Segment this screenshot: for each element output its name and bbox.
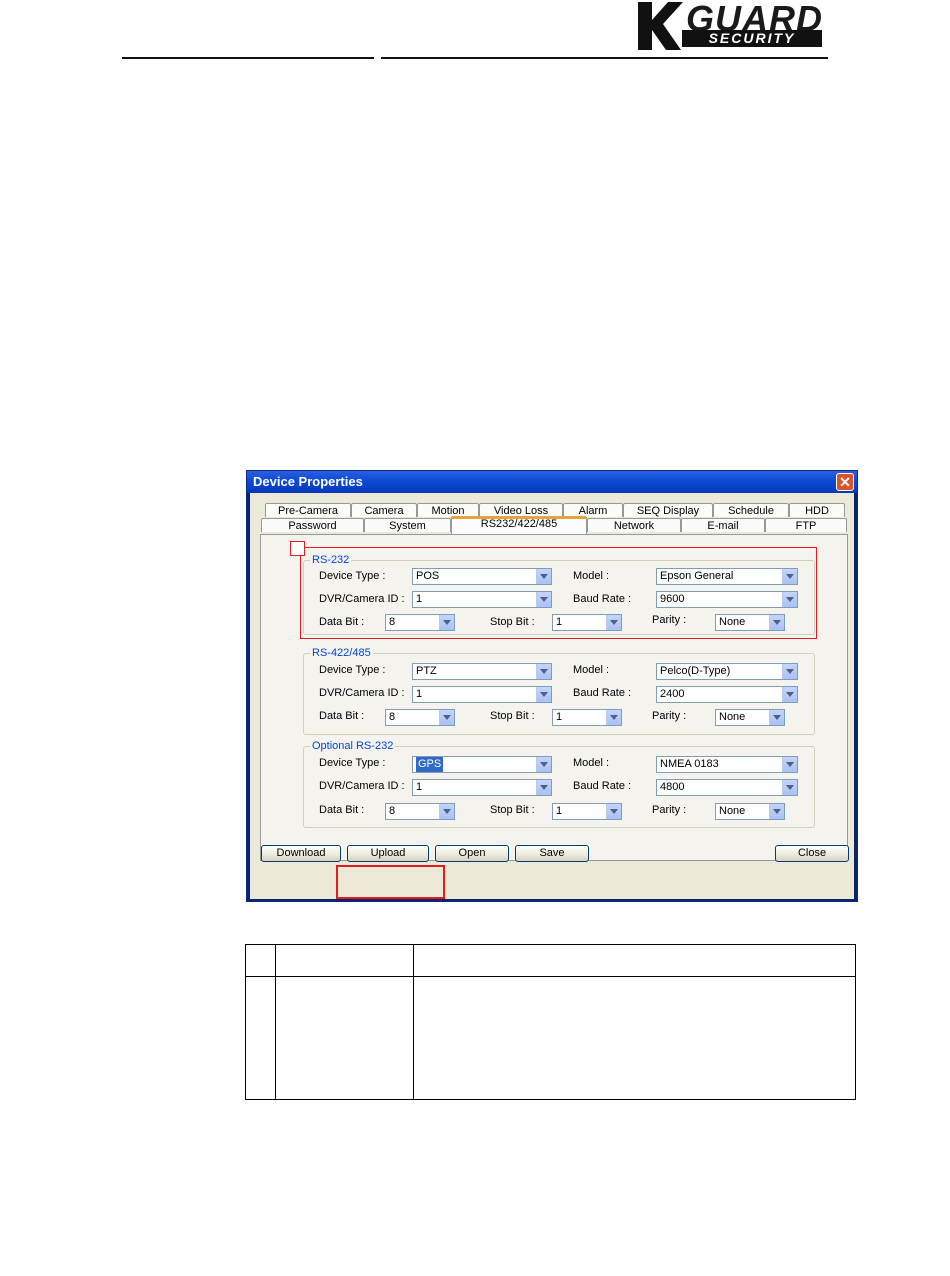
stop-bit-label: Stop Bit : <box>490 710 535 722</box>
download-button[interactable]: Download <box>261 845 341 862</box>
optional-rs232-group-title: Optional RS-232 <box>310 739 396 753</box>
parity-select[interactable]: None <box>715 803 785 820</box>
close-icon[interactable]: ✕ <box>836 473 854 491</box>
tab-camera[interactable]: Camera <box>351 503 417 517</box>
dialog-client-area: Pre-Camera Camera Motion Video Loss Alar… <box>250 493 854 899</box>
rs422-485-group-title: RS-422/485 <box>310 646 373 660</box>
camera-id-label: DVR/Camera ID : <box>319 687 405 699</box>
open-button[interactable]: Open <box>435 845 509 862</box>
device-type-select[interactable]: PTZ <box>412 663 552 680</box>
chevron-down-icon[interactable] <box>439 710 454 725</box>
camera-id-label: DVR/Camera ID : <box>319 780 405 792</box>
table-cell <box>245 976 276 1100</box>
data-bit-label: Data Bit : <box>319 710 365 722</box>
logo-security-text: SECURITY <box>682 30 822 47</box>
tab-network[interactable]: Network <box>587 518 681 532</box>
camera-id-select[interactable]: 1 <box>412 686 552 703</box>
close-button[interactable]: Close <box>775 845 849 862</box>
stop-bit-select[interactable]: 1 <box>552 709 622 726</box>
tab-password[interactable]: Password <box>261 518 364 532</box>
chevron-down-icon[interactable] <box>782 780 797 795</box>
table-cell <box>413 944 856 977</box>
title-bar[interactable]: Device Properties ✕ <box>247 471 857 493</box>
k-logo-glyph <box>638 2 683 50</box>
tab-video-loss[interactable]: Video Loss <box>479 503 563 517</box>
table-cell <box>275 976 414 1100</box>
table-row <box>245 976 856 1100</box>
table-cell <box>413 976 856 1100</box>
tab-motion[interactable]: Motion <box>417 503 479 517</box>
device-type-label: Device Type : <box>319 664 386 676</box>
upload-highlight-box <box>336 865 445 899</box>
stop-bit-select[interactable]: 1 <box>552 803 622 820</box>
parity-select[interactable]: None <box>715 709 785 726</box>
chevron-down-icon[interactable] <box>769 710 784 725</box>
tab-pre-camera[interactable]: Pre-Camera <box>265 503 351 517</box>
tab-schedule[interactable]: Schedule <box>713 503 789 517</box>
device-type-label: Device Type : <box>319 757 386 769</box>
table-cell <box>245 944 276 977</box>
data-bit-label: Data Bit : <box>319 804 365 816</box>
baud-rate-label: Baud Rate : <box>573 780 632 792</box>
chevron-down-icon[interactable] <box>769 804 784 819</box>
model-select[interactable]: NMEA 0183 <box>656 756 798 773</box>
description-table <box>245 944 856 1100</box>
chevron-down-icon[interactable] <box>439 804 454 819</box>
data-bit-select[interactable]: 8 <box>385 709 455 726</box>
chevron-down-icon[interactable] <box>536 757 551 772</box>
tab-email[interactable]: E-mail <box>681 518 765 532</box>
data-bit-select[interactable]: 8 <box>385 803 455 820</box>
rs232-settings-panel: RS-232 Device Type : POS Model : Epson G… <box>260 534 848 861</box>
save-button[interactable]: Save <box>515 845 589 862</box>
upload-button[interactable]: Upload <box>347 845 429 862</box>
chevron-down-icon[interactable] <box>536 687 551 702</box>
baud-rate-select[interactable]: 4800 <box>656 779 798 796</box>
tab-rs232-422-485[interactable]: RS232/422/485 <box>451 516 587 535</box>
window-title: Device Properties <box>253 474 363 489</box>
tab-hdd[interactable]: HDD <box>789 503 845 517</box>
chevron-down-icon[interactable] <box>782 757 797 772</box>
header-rule-left <box>122 57 374 59</box>
device-type-select[interactable]: GPS <box>412 756 552 773</box>
optional-rs232-group: Optional RS-232 Device Type : GPS Model … <box>303 739 815 828</box>
chevron-down-icon[interactable] <box>536 664 551 679</box>
baud-rate-label: Baud Rate : <box>573 687 632 699</box>
rs422-485-group: RS-422/485 Device Type : PTZ Model : Pel… <box>303 646 815 735</box>
model-select[interactable]: Pelco(D-Type) <box>656 663 798 680</box>
rs232-highlight-box <box>300 547 817 639</box>
tab-ftp[interactable]: FTP <box>765 518 847 532</box>
chevron-down-icon[interactable] <box>606 710 621 725</box>
tab-seq-display[interactable]: SEQ Display <box>623 503 713 517</box>
model-label: Model : <box>573 664 610 676</box>
chevron-down-icon[interactable] <box>536 780 551 795</box>
tab-alarm[interactable]: Alarm <box>563 503 623 517</box>
chevron-down-icon[interactable] <box>782 664 797 679</box>
baud-rate-select[interactable]: 2400 <box>656 686 798 703</box>
table-cell <box>275 944 414 977</box>
chevron-down-icon[interactable] <box>782 687 797 702</box>
kguard-logo: GUARD SECURITY <box>636 0 828 52</box>
chevron-down-icon[interactable] <box>606 804 621 819</box>
callout-marker <box>290 541 305 556</box>
model-label: Model : <box>573 757 610 769</box>
parity-label: Parity : <box>652 710 687 722</box>
device-properties-window: Device Properties ✕ Pre-Camera Camera Mo… <box>246 470 858 902</box>
tab-system[interactable]: System <box>364 518 451 532</box>
stop-bit-label: Stop Bit : <box>490 804 535 816</box>
table-header-row <box>245 944 856 977</box>
parity-label: Parity : <box>652 804 687 816</box>
camera-id-select[interactable]: 1 <box>412 779 552 796</box>
header-rule-right <box>381 57 828 59</box>
